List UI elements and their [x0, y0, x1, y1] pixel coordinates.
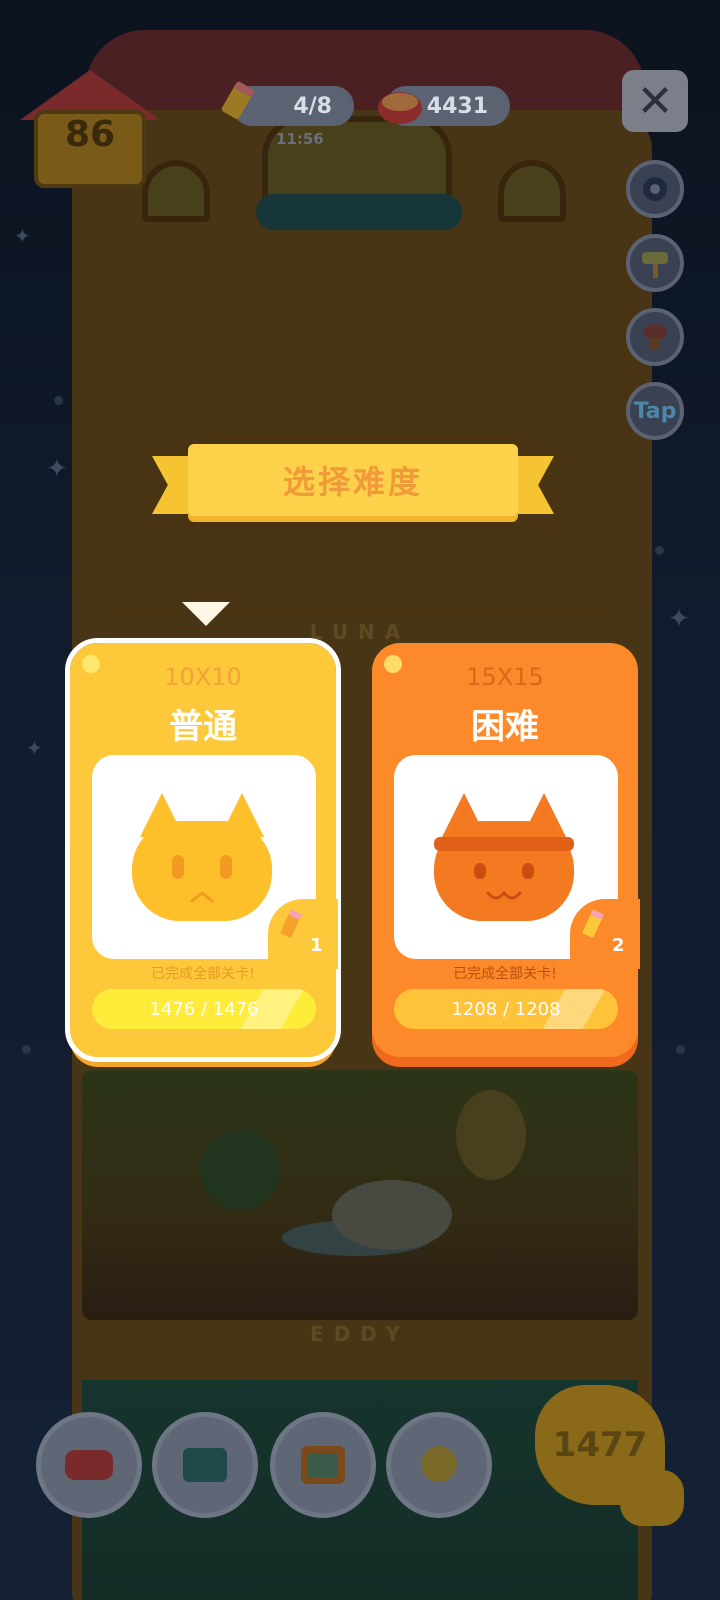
cat-face-icon [434, 793, 574, 923]
completion-status: 已完成全部关卡! [453, 966, 557, 982]
cat-head [434, 821, 574, 921]
tap-button[interactable]: Tap [626, 382, 684, 440]
refill-timer: 11:56 [276, 130, 324, 148]
paint-roller-icon [642, 252, 668, 278]
cat-mouth [190, 891, 214, 903]
cat-bed-button[interactable] [386, 1412, 492, 1518]
album-button[interactable] [152, 1412, 258, 1518]
house-level: 86 [64, 114, 116, 155]
house-level-badge[interactable]: 86 [20, 70, 160, 190]
stamp-icon [643, 324, 667, 350]
settings-button[interactable] [626, 160, 684, 218]
cat-eye [474, 863, 486, 879]
gear-icon [643, 177, 667, 201]
pencil-badge: 2 [570, 899, 640, 969]
cat-food-can-icon [374, 80, 426, 132]
selection-pointer-icon [182, 602, 230, 626]
progress-text: 1476 / 1476 [149, 998, 259, 1020]
pencil-icon [582, 910, 604, 938]
cat-mouth [486, 890, 522, 900]
pencil-icon [280, 910, 302, 938]
paint-roller-button[interactable] [626, 234, 684, 292]
dialog-title-ribbon: 选择难度 [152, 444, 554, 526]
cat-bed-icon [421, 1446, 457, 1482]
difficulty-title: 普通 [169, 707, 237, 747]
close-button[interactable]: ✕ [622, 70, 688, 132]
gallery-button[interactable] [270, 1412, 376, 1518]
picture-frame-icon [301, 1446, 345, 1484]
pencil-icon [212, 78, 264, 130]
furniture-button[interactable] [36, 1412, 142, 1518]
pencil-cost: 1 [310, 935, 323, 956]
cat-head [132, 821, 272, 921]
can-count: 4431 [426, 93, 488, 119]
sofa-icon [65, 1450, 113, 1480]
completion-status: 已完成全部关卡! [151, 966, 255, 982]
difficulty-card-hard[interactable]: 15X15 困难 2 已完成全部关卡! 1208 / 1208 [372, 643, 640, 1057]
cat-headband [434, 837, 574, 851]
progress-bar: 1476 / 1476 [92, 989, 316, 1029]
pencil-count: 4/8 [293, 93, 332, 119]
book-icon [183, 1448, 227, 1482]
pencil-cost: 2 [612, 935, 625, 956]
difficulty-card-normal[interactable]: 10X10 普通 1 已完成全部关卡! 1476 / 1476 [65, 638, 341, 1062]
close-icon: ✕ [636, 75, 674, 127]
cat-eye [172, 855, 184, 879]
cat-eye [220, 855, 232, 879]
difficulty-title: 困难 [471, 707, 539, 747]
grid-size: 15X15 [466, 663, 544, 691]
dialog-title: 选择难度 [188, 444, 518, 516]
tap-label: Tap [633, 398, 677, 424]
progress-bar: 1208 / 1208 [394, 989, 618, 1029]
cat-head-icon [620, 1470, 684, 1526]
grid-size: 10X10 [164, 663, 242, 691]
cat-face-icon [132, 793, 272, 923]
stamp-button[interactable] [626, 308, 684, 366]
progress-text: 1208 / 1208 [451, 998, 561, 1020]
pencil-badge: 1 [268, 899, 338, 969]
cat-eye [522, 863, 534, 879]
